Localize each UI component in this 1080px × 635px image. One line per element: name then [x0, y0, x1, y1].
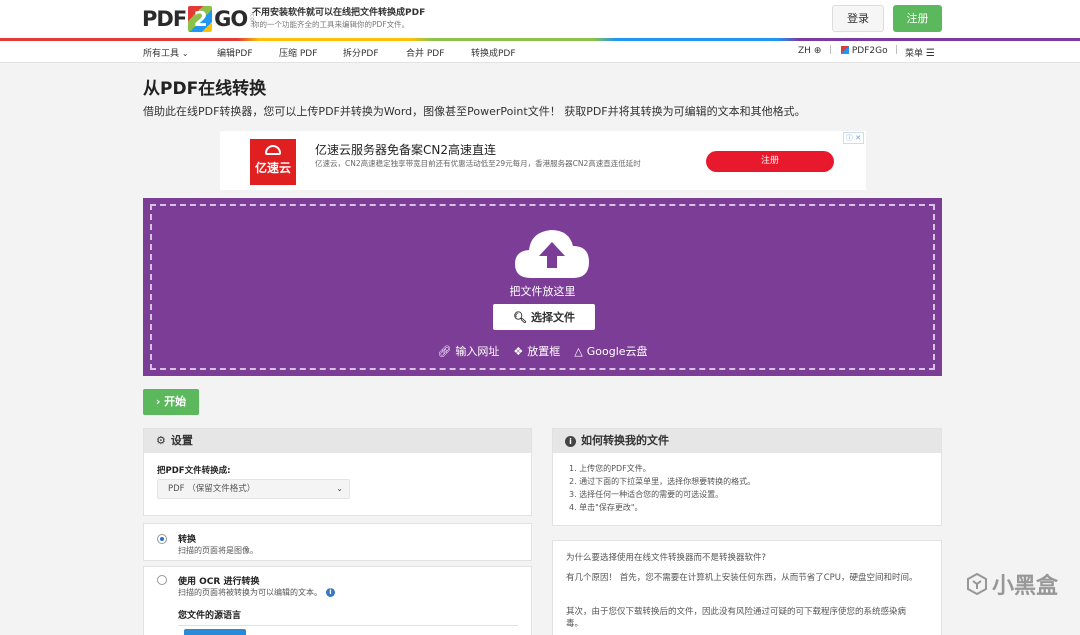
why-paragraph-2: 其次，由于您仅下载转换后的文件，因此没有风险通过可疑的可下载程序使您的系统感染病… — [566, 607, 907, 629]
howto-panel: i 如何转换我的文件 1. 上传您的PDF文件。 2. 通过下面的下拉菜单里，选… — [552, 428, 942, 526]
howto-step: 2. 通过下面的下拉菜单里，选择你想要转换的格式。 — [569, 477, 756, 486]
pdf2go-logo[interactable]: PDF 2 GO .com — [142, 5, 255, 33]
howto-heading: 如何转换我的文件 — [581, 434, 669, 447]
convert-format-value: PDF （保留文件格式） — [168, 484, 256, 494]
chevron-down-icon: ⌄ — [336, 484, 343, 493]
ad-banner[interactable]: 亿速云 亿速云服务器免备案CN2高速直连 亿速云，CN2高速稳定独享带宽目前还有… — [220, 131, 866, 190]
heybox-logo-icon — [967, 573, 987, 595]
nav-brand-link[interactable]: PDF2Go — [841, 46, 888, 56]
settings-header: ⚙ 设置 — [144, 429, 531, 453]
convert-format-select[interactable]: PDF （保留文件格式） ⌄ — [157, 479, 350, 499]
nav-all-tools[interactable]: 所有工具 ⌄ — [143, 46, 189, 59]
register-button[interactable]: 注册 — [893, 5, 942, 32]
choose-file-label: 选择文件 — [530, 311, 575, 324]
howto-step: 4. 单击"保存更改"。 — [569, 503, 643, 512]
howto-step: 3. 选择任何一种适合您的需要的可选设置。 — [569, 490, 724, 499]
dropzone-border: 把文件放这里 🔍︎ 选择文件 🔗︎ 输入网址 ❖ 放置框 △ Google云盘 — [150, 204, 935, 370]
option-ocr-title: 使用 OCR 进行转换 — [178, 577, 260, 587]
page-title: 从PDF在线转换 — [143, 79, 267, 99]
howto-header: i 如何转换我的文件 — [553, 429, 941, 453]
menu-label: 菜单 — [905, 49, 924, 59]
link-icon: 🔗︎ — [437, 344, 452, 358]
drop-text: 把文件放这里 — [509, 285, 576, 298]
radio-ocr[interactable] — [157, 575, 167, 585]
info-icon[interactable]: i — [326, 588, 335, 597]
howto-steps: 1. 上传您的PDF文件。 2. 通过下面的下拉菜单里，选择你想要转换的格式。 … — [569, 462, 755, 514]
radio-convert[interactable] — [157, 534, 167, 544]
tagline-main: 不用安装软件就可以在线把文件转换成PDF — [252, 8, 426, 18]
ad-logo: 亿速云 — [250, 139, 296, 185]
nav-compress-pdf[interactable]: 压缩 PDF — [279, 46, 317, 59]
upload-sources: 🔗︎ 输入网址 ❖ 放置框 △ Google云盘 — [152, 343, 933, 359]
dropbox-icon: ❖ — [513, 344, 524, 358]
convert-to-label: 把PDF文件转换成: — [157, 466, 231, 476]
ad-description: 亿速云，CN2高速稳定独享带宽目前还有优惠活动低至29元每月，香港服务器CN2高… — [315, 159, 641, 168]
logo-two: 2 — [188, 6, 213, 32]
why-panel: 为什么要选择使用在线文件转换器而不是转换器软件? 有几个原因！ 首先，您不需要在… — [552, 540, 942, 635]
language-switch[interactable]: ZH ⊕ — [798, 46, 821, 56]
logo-go: GO — [214, 7, 248, 31]
hamburger-icon: ☰ — [925, 48, 935, 59]
enter-url-label: 输入网址 — [455, 345, 500, 358]
why-question: 为什么要选择使用在线文件转换器而不是转换器软件? — [566, 553, 767, 563]
choose-file-button[interactable]: 🔍︎ 选择文件 — [493, 304, 595, 330]
tagline: 不用安装软件就可以在线把文件转换成PDF 你的一个功能齐全的工具来编辑你的PDF… — [252, 7, 425, 30]
cloud-upload-icon — [515, 230, 589, 278]
option-ocr-sub: 扫描的页面将被转换为可以编辑的文本。 — [178, 588, 322, 597]
globe-icon: ⊕ — [813, 46, 822, 56]
google-drive-icon: △ — [574, 344, 583, 358]
nav-merge-pdf[interactable]: 合并 PDF — [406, 46, 444, 59]
site-header: PDF 2 GO .com 不用安装软件就可以在线把文件转换成PDF 你的一个功… — [0, 0, 1080, 38]
google-drive-label: Google云盘 — [586, 345, 648, 358]
option-convert-sub: 扫描的页面将是图像。 — [178, 546, 258, 555]
ad-register-button[interactable]: 注册 — [706, 151, 834, 172]
main-nav: 所有工具 ⌄ 编辑PDF 压缩 PDF 拆分PDF 合并 PDF 转换成PDF … — [0, 41, 1080, 63]
dropbox-label: 放置框 — [527, 345, 561, 358]
search-icon: 🔍︎ — [513, 310, 527, 324]
start-button[interactable]: › 开始 — [143, 389, 199, 415]
nav-brand-label: PDF2Go — [851, 46, 888, 56]
google-drive-option[interactable]: △ Google云盘 — [574, 343, 647, 359]
source-language-chip[interactable] — [184, 629, 246, 635]
info-circle-icon: i — [565, 435, 576, 447]
enter-url-option[interactable]: 🔗︎ 输入网址 — [437, 343, 499, 359]
pdf2go-small-icon — [841, 46, 849, 54]
gears-icon: ⚙ — [156, 434, 166, 447]
ad-close-icon[interactable]: ⓘ ✕ — [842, 132, 864, 144]
settings-heading: 设置 — [170, 434, 193, 447]
option-convert[interactable]: 转换 扫描的页面将是图像。 — [143, 523, 532, 561]
watermark: 小黑盒 — [966, 568, 1058, 600]
login-button[interactable]: 登录 — [832, 5, 884, 32]
source-language-label: 您文件的源语言 — [178, 611, 242, 621]
option-convert-title: 转换 — [178, 535, 197, 545]
language-code: ZH — [798, 46, 811, 56]
tagline-sub: 你的一个功能齐全的工具来编辑你的PDF文件。 — [252, 20, 410, 29]
nav-edit-pdf[interactable]: 编辑PDF — [217, 46, 253, 59]
watermark-text: 小黑盒 — [992, 574, 1059, 599]
chevron-down-icon: ⌄ — [181, 49, 189, 58]
upload-dropzone[interactable]: 把文件放这里 🔍︎ 选择文件 🔗︎ 输入网址 ❖ 放置框 △ Google云盘 — [143, 198, 942, 376]
page-description: 借助此在线PDF转换器，您可以上传PDF并转换为Word，图像甚至PowerPo… — [143, 105, 806, 118]
menu-button[interactable]: 菜单 ☰ — [905, 46, 935, 59]
ad-logo-text: 亿速云 — [254, 161, 291, 175]
cloud-icon — [265, 145, 281, 155]
nav-separator: | — [829, 45, 833, 55]
option-ocr[interactable]: 使用 OCR 进行转换 扫描的页面将被转换为可以编辑的文本。 i 您文件的源语言 — [143, 566, 532, 635]
nav-convert-to-pdf[interactable]: 转换成PDF — [471, 46, 516, 59]
settings-panel: ⚙ 设置 把PDF文件转换成: PDF （保留文件格式） ⌄ — [143, 428, 532, 516]
logo-pdf: PDF — [142, 7, 187, 31]
dropbox-option[interactable]: ❖ 放置框 — [513, 343, 560, 359]
why-paragraph-1: 有几个原因！ 首先，您不需要在计算机上安装任何东西，从而节省了CPU，硬盘空间和… — [566, 573, 918, 583]
nav-separator: | — [895, 45, 899, 55]
nav-split-pdf[interactable]: 拆分PDF — [343, 46, 379, 59]
nav-all-tools-label: 所有工具 — [143, 49, 180, 59]
ad-title[interactable]: 亿速云服务器免备案CN2高速直连 — [315, 141, 496, 158]
option-ocr-sub-wrap: 扫描的页面将被转换为可以编辑的文本。 i — [178, 587, 335, 598]
howto-step: 1. 上传您的PDF文件。 — [569, 464, 651, 473]
